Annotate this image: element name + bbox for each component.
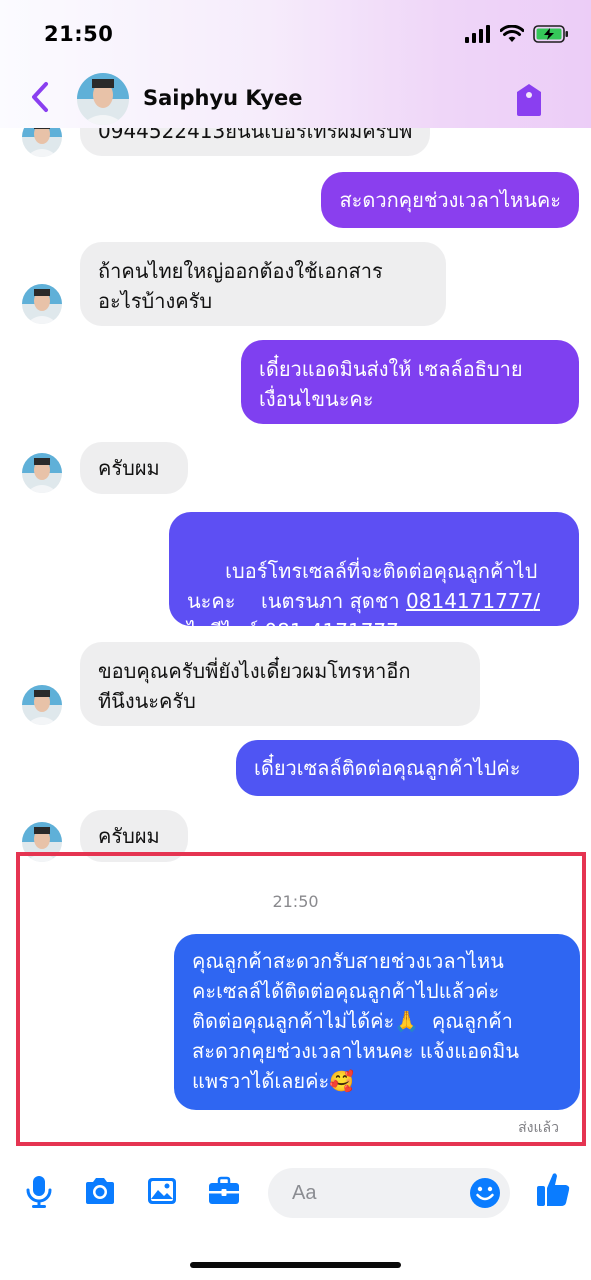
briefcase-icon[interactable]	[207, 1174, 241, 1208]
message-bubble-incoming[interactable]: ขอบคุณครับพี่ยังไงเดี๋ยวผมโทรหาอีก ทีนึง…	[80, 642, 480, 726]
tag-icon[interactable]	[513, 82, 545, 118]
message-timestamp: 21:50	[272, 892, 319, 911]
contact-avatar[interactable]	[22, 822, 62, 862]
battery-charging-icon	[533, 25, 569, 47]
message-text: /	[533, 589, 541, 613]
message-input[interactable]	[290, 1181, 464, 1206]
message-bubble-outgoing[interactable]: เดี๋ยวเซลล์ติดต่อคุณลูกค้าไปค่ะ	[236, 740, 579, 796]
message-bubble-incoming[interactable]: ถ้าคนไทยใหญ่ออกต้องใช้เอกสาร อะไรบ้างครั…	[80, 242, 446, 326]
message-text: เบอร์โทรเซลล์ที่จะติดต่อคุณลูกค้าไป	[225, 559, 538, 583]
contact-avatar[interactable]	[22, 685, 62, 725]
microphone-icon[interactable]	[22, 1174, 56, 1208]
message-composer	[0, 1150, 591, 1280]
message-bubble-outgoing[interactable]: สะดวกคุยช่วงเวลาไหนคะ	[321, 172, 579, 228]
sent-status: ส่งแล้ว	[518, 1120, 559, 1136]
contact-avatar[interactable]	[22, 453, 62, 493]
status-icons	[465, 24, 569, 47]
emoji-icon[interactable]	[468, 1176, 502, 1210]
message-bubble-outgoing[interactable]: เบอร์โทรเซลล์ที่จะติดต่อคุณลูกค้าไปนะคะ …	[169, 512, 579, 643]
message-list[interactable]: 0944522413ยนนเบอรเทรผมครบพ สะดวกคุยช่วงเ…	[0, 0, 591, 1150]
signal-icon	[465, 25, 491, 47]
phone-link[interactable]: 0814171777	[406, 589, 533, 613]
message-text: นะคะ เนตรนภา สุดชา	[187, 589, 407, 613]
thumbs-up-icon[interactable]	[535, 1170, 571, 1208]
back-chevron-icon[interactable]	[26, 80, 54, 114]
top-header: 21:50 Saiphyu Kyee	[0, 0, 591, 128]
message-text: ไอดีไลน์	[187, 619, 265, 643]
phone-link[interactable]: 081-4171777	[264, 619, 398, 643]
message-bubble-incoming[interactable]: ครับผม	[80, 442, 188, 494]
messenger-chat-screen: 0944522413ยนนเบอรเทรผมครบพ สะดวกคุยช่วงเ…	[0, 0, 591, 1280]
contact-avatar-header[interactable]	[77, 73, 129, 125]
message-bubble-outgoing[interactable]: คุณลูกค้าสะดวกรับสายช่วงเวลาไหน คะเซลล์ไ…	[174, 934, 580, 1110]
gallery-icon[interactable]	[145, 1174, 179, 1208]
status-time: 21:50	[44, 22, 114, 46]
contact-name[interactable]: Saiphyu Kyee	[143, 86, 303, 110]
message-input-container[interactable]	[268, 1168, 510, 1218]
contact-avatar[interactable]	[22, 284, 62, 324]
wifi-icon	[499, 24, 525, 47]
message-bubble-outgoing[interactable]: เดี๋ยวแอดมินส่งให้ เซลล์อธิบาย เงื่อนไขน…	[241, 340, 579, 424]
home-indicator	[190, 1262, 401, 1268]
camera-icon[interactable]	[83, 1174, 117, 1208]
message-bubble-incoming[interactable]: ครับผม	[80, 810, 188, 862]
